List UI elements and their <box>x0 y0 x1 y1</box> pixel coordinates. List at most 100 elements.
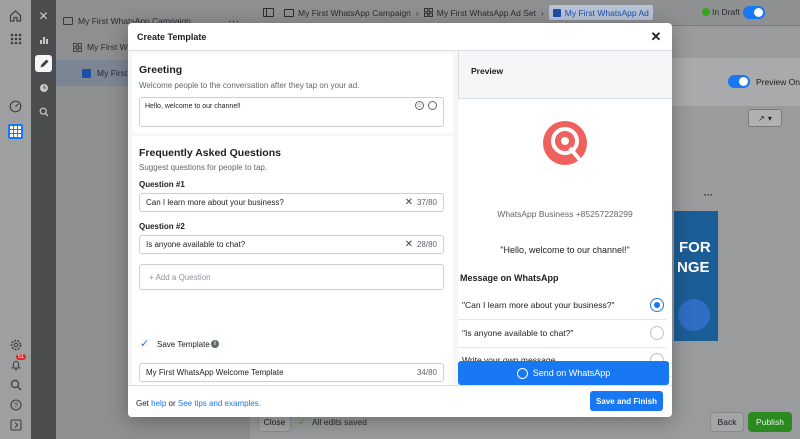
folder-icon <box>63 17 73 25</box>
template-name-count: 34/80 <box>416 368 437 377</box>
tool-rail: ✕ <box>31 0 56 439</box>
ad-creative-text2: NGE <box>677 259 710 276</box>
save-template-label: Save Template <box>157 340 210 349</box>
close-icon[interactable]: ✕ <box>649 30 663 44</box>
faq-title: Frequently Asked Questions <box>139 147 281 159</box>
clear-icon[interactable]: ✕ <box>405 239 413 250</box>
svg-text:?: ? <box>14 402 18 409</box>
share-icon: ↗ <box>758 113 765 123</box>
preview-pane: Preview WhatsApp Business +85257228299 "… <box>458 51 672 385</box>
preview-greeting: "Hello, welcome to our channel!" <box>500 245 630 255</box>
publish-button[interactable]: Publish <box>748 412 792 432</box>
question2-input[interactable]: Is anyone available to chat? ✕ 28/80 <box>139 235 444 254</box>
greeting-section: Greeting Welcome people to the conversat… <box>132 53 453 133</box>
table-icon[interactable] <box>8 124 23 139</box>
status-toggle[interactable] <box>743 6 765 19</box>
ad-creative-text1: FOR <box>679 239 711 256</box>
divider <box>458 347 666 348</box>
sidebar-toggle-icon[interactable] <box>263 8 274 17</box>
option-radio-2[interactable] <box>650 326 664 340</box>
template-name-input[interactable]: My First WhatsApp Welcome Template 34/80 <box>139 363 444 382</box>
search-icon[interactable] <box>8 377 23 392</box>
breadcrumb-adset[interactable]: My First WhatsApp Ad Set <box>437 8 536 18</box>
business-name: WhatsApp Business +85257228299 <box>497 209 633 219</box>
messenger-icon <box>678 299 710 331</box>
question2-label: Question #2 <box>139 222 185 231</box>
question2-value: Is anyone available to chat? <box>146 240 246 249</box>
save-and-finish-button[interactable]: Save and Finish <box>590 391 663 411</box>
faq-desc: Suggest questions for people to tap. <box>139 163 268 172</box>
close-icon[interactable]: ✕ <box>35 7 52 24</box>
footer-get: Get <box>136 399 149 408</box>
create-template-modal: Create Template ✕ Greeting Welcome peopl… <box>128 23 672 417</box>
chevron-down-icon: ▾ <box>767 113 772 123</box>
dashboard-icon[interactable] <box>8 99 23 114</box>
home-icon[interactable] <box>8 8 23 23</box>
tips-link[interactable]: See tips and examples. <box>178 399 261 408</box>
edit-icon[interactable] <box>35 55 52 72</box>
breadcrumb-folder-icon <box>284 8 294 17</box>
ad-preview-card: ··· FOR NGE <box>670 186 718 386</box>
emoji-icon[interactable]: ☺ <box>415 101 424 110</box>
preview-option-1[interactable]: "Can I learn more about your business?" <box>462 300 615 310</box>
notification-icon[interactable]: 51 <box>8 354 27 372</box>
add-question-button[interactable]: + Add a Question <box>139 264 444 290</box>
share-dropdown-button[interactable]: ↗ ▾ <box>748 109 782 127</box>
saved-status: All edits saved <box>312 417 367 427</box>
tree-adset-label: My First W <box>87 42 128 52</box>
modal-header: Create Template ✕ <box>128 23 672 51</box>
send-on-whatsapp-button[interactable]: Send on WhatsApp <box>458 361 669 385</box>
zoom-icon[interactable] <box>35 103 52 120</box>
logout-icon[interactable] <box>8 417 23 432</box>
chevron-right-icon: › <box>415 7 419 18</box>
question1-value: Can I learn more about your business? <box>146 198 284 207</box>
greeting-title: Greeting <box>139 64 183 76</box>
chevron-right-icon: › <box>540 7 544 18</box>
more-icon[interactable]: ··· <box>704 190 713 200</box>
breadcrumb-ad-active[interactable]: My First WhatsApp Ad <box>548 5 653 20</box>
ad-creative-image: FOR NGE <box>674 211 718 341</box>
footer-help-text: Get help or See tips and examples. <box>136 399 261 408</box>
greeting-textarea[interactable]: Hello, welcome to our channel! ☺ <box>139 97 444 127</box>
breadcrumb-grid-icon <box>423 8 433 17</box>
status-text: In Draft <box>712 7 740 17</box>
personalize-icon[interactable] <box>428 101 437 110</box>
preview-on-label: Preview On <box>756 77 800 87</box>
question1-input[interactable]: Can I learn more about your business? ✕ … <box>139 193 444 212</box>
settings-icon[interactable] <box>8 337 23 352</box>
business-logo-icon <box>542 120 588 166</box>
option-radio-1[interactable] <box>650 298 664 312</box>
clear-icon[interactable]: ✕ <box>405 197 413 208</box>
app-icon-rail: 51 ? <box>0 0 31 439</box>
chart-icon[interactable] <box>35 31 52 48</box>
save-template-section: ✓ Save Template i My First WhatsApp Welc… <box>132 331 453 385</box>
breadcrumb-ad-label: My First WhatsApp Ad <box>564 7 649 18</box>
template-form: Greeting Welcome people to the conversat… <box>128 51 458 385</box>
back-button[interactable]: Back <box>710 412 744 432</box>
message-title: Message on WhatsApp <box>460 273 559 283</box>
preview-option-2[interactable]: "Is anyone available to chat?" <box>462 328 573 338</box>
help-link[interactable]: help <box>151 399 166 408</box>
faq-section: Frequently Asked Questions Suggest quest… <box>132 136 453 341</box>
preview-title: Preview <box>471 66 504 76</box>
help-icon[interactable]: ? <box>8 397 23 412</box>
modal-title: Create Template <box>137 31 207 42</box>
grid-icon[interactable] <box>8 31 23 46</box>
template-name-value: My First WhatsApp Welcome Template <box>146 368 284 377</box>
adset-grid-icon <box>73 42 82 52</box>
info-icon[interactable]: i <box>211 340 219 348</box>
question2-count: 28/80 <box>416 240 437 249</box>
footer-or: or <box>168 399 176 408</box>
greeting-desc: Welcome people to the conversation after… <box>139 81 360 90</box>
save-template-checkbox[interactable]: ✓ <box>140 338 152 350</box>
preview-toggle[interactable] <box>728 75 750 88</box>
divider <box>458 319 666 320</box>
question1-count: 37/80 <box>416 198 437 207</box>
status-dot-icon <box>702 8 710 16</box>
breadcrumb-campaign[interactable]: My First WhatsApp Campaign <box>298 8 411 18</box>
clock-icon[interactable] <box>35 79 52 96</box>
send-label: Send on WhatsApp <box>532 368 611 378</box>
greeting-text: Hello, welcome to our channel! <box>145 103 241 110</box>
modal-footer: Get help or See tips and examples. Save … <box>128 385 672 417</box>
whatsapp-icon <box>516 367 528 379</box>
